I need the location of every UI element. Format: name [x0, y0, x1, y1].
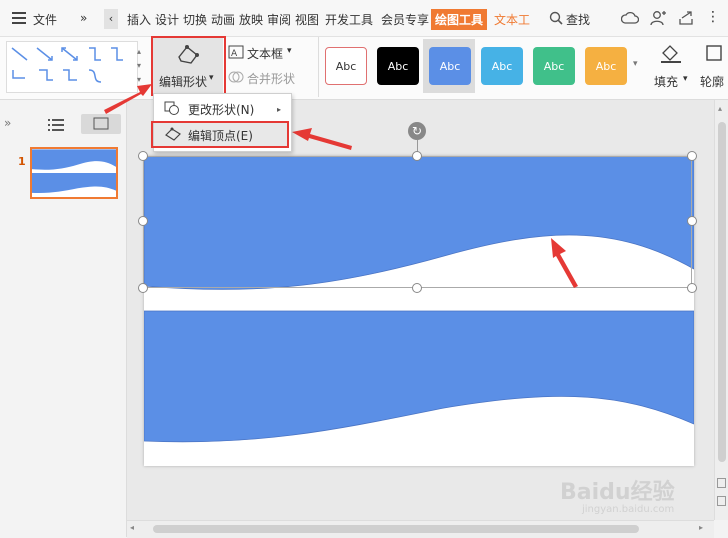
scroll-left-icon[interactable]: ◂	[130, 523, 134, 532]
style-preset-green[interactable]: Abc	[533, 47, 575, 85]
outline-view-icon[interactable]	[48, 118, 64, 135]
resize-handle-se[interactable]	[687, 283, 697, 293]
gallery-scroll[interactable]: ▴ ▾ ▾	[137, 45, 141, 87]
svg-text:A: A	[231, 49, 238, 59]
vertical-scrollbar[interactable]: ▴	[714, 100, 728, 520]
style-gallery: Abc Abc Abc Abc Abc Abc ▾	[318, 37, 645, 97]
scrollbar-thumb[interactable]	[718, 122, 726, 462]
scroll-up-icon[interactable]: ▴	[718, 104, 722, 113]
more-icon[interactable]: ⋮	[706, 9, 720, 25]
slide-panel: » 1	[0, 100, 127, 537]
resize-handle-e[interactable]	[687, 216, 697, 226]
outline-button[interactable]: 轮廓	[700, 73, 724, 90]
tab-text-tools[interactable]: 文本工	[494, 11, 530, 28]
page-up-icon[interactable]	[717, 478, 726, 488]
slide[interactable]	[144, 156, 694, 466]
chevron-down-icon[interactable]: ▾	[287, 46, 292, 56]
shape-gallery[interactable]	[6, 41, 138, 93]
style-preset-white[interactable]: Abc	[325, 47, 367, 85]
tab-developer[interactable]: 开发工具	[325, 11, 373, 28]
tab-insert[interactable]: 插入	[127, 11, 151, 28]
rotate-handle-icon[interactable]: ↻	[408, 122, 426, 140]
resize-handle-s[interactable]	[412, 283, 422, 293]
menu-file[interactable]: 文件	[33, 11, 57, 28]
ribbon-toolbar: ▴ ▾ ▾ 编辑形状 ▾ A 文本框 ▾ 合并形状 Abc Abc Abc Abc …	[0, 36, 728, 100]
slide-thumbnail[interactable]	[30, 147, 118, 199]
share-icon[interactable]	[678, 10, 694, 29]
tab-design[interactable]: 设计	[155, 11, 179, 28]
tab-slideshow[interactable]: 放映	[239, 11, 263, 28]
style-gallery-more[interactable]: ▾	[633, 59, 638, 69]
slide-number: 1	[18, 155, 26, 168]
fill-icon[interactable]	[659, 43, 681, 66]
menu-item-change-shape[interactable]: 更改形状(N) ▸	[154, 97, 289, 121]
style-preset-blue[interactable]: Abc	[429, 47, 471, 85]
add-user-icon[interactable]	[650, 10, 666, 29]
watermark-url: jingyan.baidu.com	[582, 504, 675, 515]
text-box-button[interactable]: 文本框	[247, 45, 283, 62]
page-down-icon[interactable]	[717, 496, 726, 506]
text-box-icon[interactable]: A	[228, 45, 244, 62]
tab-transition[interactable]: 切换	[183, 11, 207, 28]
search-icon[interactable]	[549, 11, 563, 28]
resize-handle-nw[interactable]	[138, 151, 148, 161]
tab-view[interactable]: 视图	[295, 11, 319, 28]
panel-collapse-icon[interactable]: »	[4, 116, 11, 130]
style-preset-orange[interactable]: Abc	[585, 47, 627, 85]
fill-button[interactable]: 填充	[654, 73, 678, 90]
resize-handle-n[interactable]	[412, 151, 422, 161]
highlight-edit-points	[151, 121, 289, 148]
resize-handle-w[interactable]	[138, 216, 148, 226]
tab-member[interactable]: 会员专享	[381, 11, 429, 28]
top-wave-shape[interactable]	[144, 156, 694, 290]
hamburger-icon[interactable]	[12, 12, 26, 24]
style-preset-black[interactable]: Abc	[377, 47, 419, 85]
change-shape-label: 更改形状(N)	[188, 102, 255, 117]
watermark: Baidu经验 jingyan.baidu.com	[560, 470, 700, 520]
chevron-right-icon: ▸	[276, 104, 281, 114]
double-chevron-right-icon[interactable]: »	[80, 11, 87, 25]
merge-shape-button[interactable]: 合并形状	[247, 70, 295, 87]
chevron-left-icon[interactable]: ‹	[104, 9, 118, 29]
style-preset-cyan[interactable]: Abc	[481, 47, 523, 85]
tab-animation[interactable]: 动画	[211, 11, 235, 28]
scroll-right-icon[interactable]: ▸	[699, 523, 703, 532]
slide-view-icon[interactable]	[81, 114, 121, 134]
tab-drawing-tools[interactable]: 绘图工具	[431, 9, 488, 30]
merge-shape-icon[interactable]	[228, 70, 244, 87]
outline-icon[interactable]	[704, 43, 724, 66]
resize-handle-sw[interactable]	[138, 283, 148, 293]
highlight-edit-shape	[151, 36, 226, 96]
cloud-sync-icon[interactable]	[620, 11, 640, 28]
tab-review[interactable]: 审阅	[267, 11, 291, 28]
horizontal-scrollbar[interactable]: ◂ ▸	[127, 520, 714, 538]
search-label[interactable]: 查找	[566, 11, 590, 28]
change-shape-icon	[164, 101, 182, 118]
bottom-wave-shape[interactable]	[144, 310, 694, 443]
menu-bar: 文件 » ‹ 插入 设计 切换 动画 放映 审阅 视图 开发工具 会员专享 绘图…	[0, 0, 728, 37]
chevron-down-icon[interactable]: ▾	[683, 74, 688, 84]
scrollbar-thumb[interactable]	[153, 525, 639, 533]
resize-handle-ne[interactable]	[687, 151, 697, 161]
watermark-brand: Baidu经验	[560, 480, 675, 505]
